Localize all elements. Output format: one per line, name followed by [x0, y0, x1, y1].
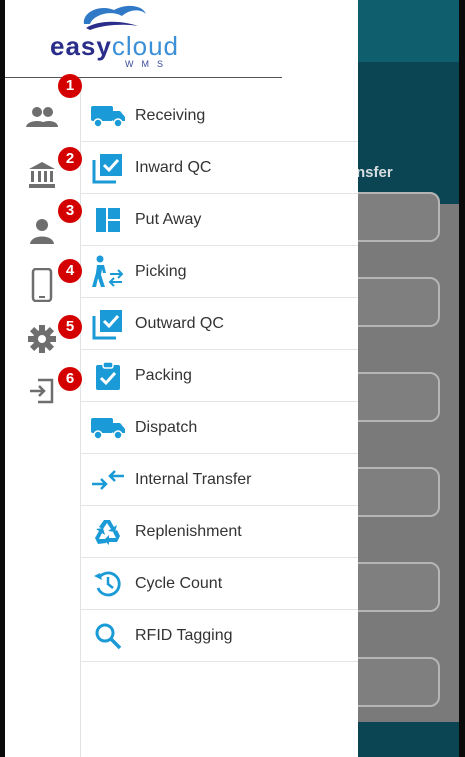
- truck-icon: [81, 103, 135, 129]
- menu-item-picking[interactable]: Picking: [81, 246, 358, 298]
- cloud-swoosh-icon: [83, 5, 146, 30]
- menu-item-rfid-tagging[interactable]: RFID Tagging: [81, 610, 358, 662]
- users-icon[interactable]: [25, 100, 59, 134]
- history-icon: [81, 569, 135, 599]
- menu-item-label: Cycle Count: [135, 574, 223, 592]
- menu-item-label: Internal Transfer: [135, 470, 252, 488]
- menu-item-label: Put Away: [135, 210, 202, 228]
- brand-subtitle: WMS: [125, 59, 171, 69]
- gear-icon[interactable]: [25, 322, 59, 356]
- layout-icon: [81, 207, 135, 233]
- menu-item-cycle-count[interactable]: Cycle Count: [81, 558, 358, 610]
- menu-item-label: RFID Tagging: [135, 626, 233, 644]
- step-badge: 3: [58, 199, 82, 223]
- step-badge: 6: [58, 367, 82, 391]
- menu-item-label: Inward QC: [135, 158, 212, 176]
- menu-list: Receiving Inward QC Put Away Picking Out: [81, 90, 358, 662]
- menu-item-label: Replenishment: [135, 522, 242, 540]
- recycle-icon: [81, 517, 135, 547]
- menu-item-internal-transfer[interactable]: Internal Transfer: [81, 454, 358, 506]
- step-badge: 2: [58, 147, 82, 171]
- icon-rail: [5, 78, 81, 757]
- menu-item-label: Picking: [135, 262, 187, 280]
- menu-item-label: Packing: [135, 366, 192, 384]
- search-icon: [81, 622, 135, 650]
- step-badge: 1: [58, 74, 82, 98]
- truck-icon: [81, 415, 135, 441]
- menu-item-label: Dispatch: [135, 418, 198, 436]
- brand-name: easycloud: [50, 31, 179, 61]
- menu-item-outward-qc[interactable]: Outward QC: [81, 298, 358, 350]
- checklist-icon: [81, 152, 135, 184]
- bank-icon[interactable]: [25, 158, 59, 192]
- person-walk-icon: [81, 255, 135, 289]
- step-badge: 4: [58, 259, 82, 283]
- step-badge: 5: [58, 315, 82, 339]
- person-icon[interactable]: [25, 214, 59, 248]
- navigation-drawer: easycloud WMS 1 2 3 4 5 6 Receiving Inwa…: [5, 0, 358, 757]
- clipboard-check-icon: [81, 360, 135, 391]
- screen-edge: [459, 0, 465, 757]
- checklist-icon: [81, 308, 135, 340]
- menu-item-dispatch[interactable]: Dispatch: [81, 402, 358, 454]
- tab-internal-transfer[interactable]: nsfer: [356, 164, 393, 181]
- menu-item-label: Receiving: [135, 106, 206, 124]
- brand-logo: easycloud WMS: [5, 0, 282, 78]
- menu-item-replenishment[interactable]: Replenishment: [81, 506, 358, 558]
- menu-item-receiving[interactable]: Receiving: [81, 90, 358, 142]
- menu-item-label: Outward QC: [135, 314, 224, 332]
- menu-item-packing[interactable]: Packing: [81, 350, 358, 402]
- transfer-arrows-icon: [81, 469, 135, 491]
- menu-item-put-away[interactable]: Put Away: [81, 194, 358, 246]
- menu-item-inward-qc[interactable]: Inward QC: [81, 142, 358, 194]
- mobile-icon[interactable]: [25, 268, 59, 302]
- logout-icon[interactable]: [25, 374, 59, 408]
